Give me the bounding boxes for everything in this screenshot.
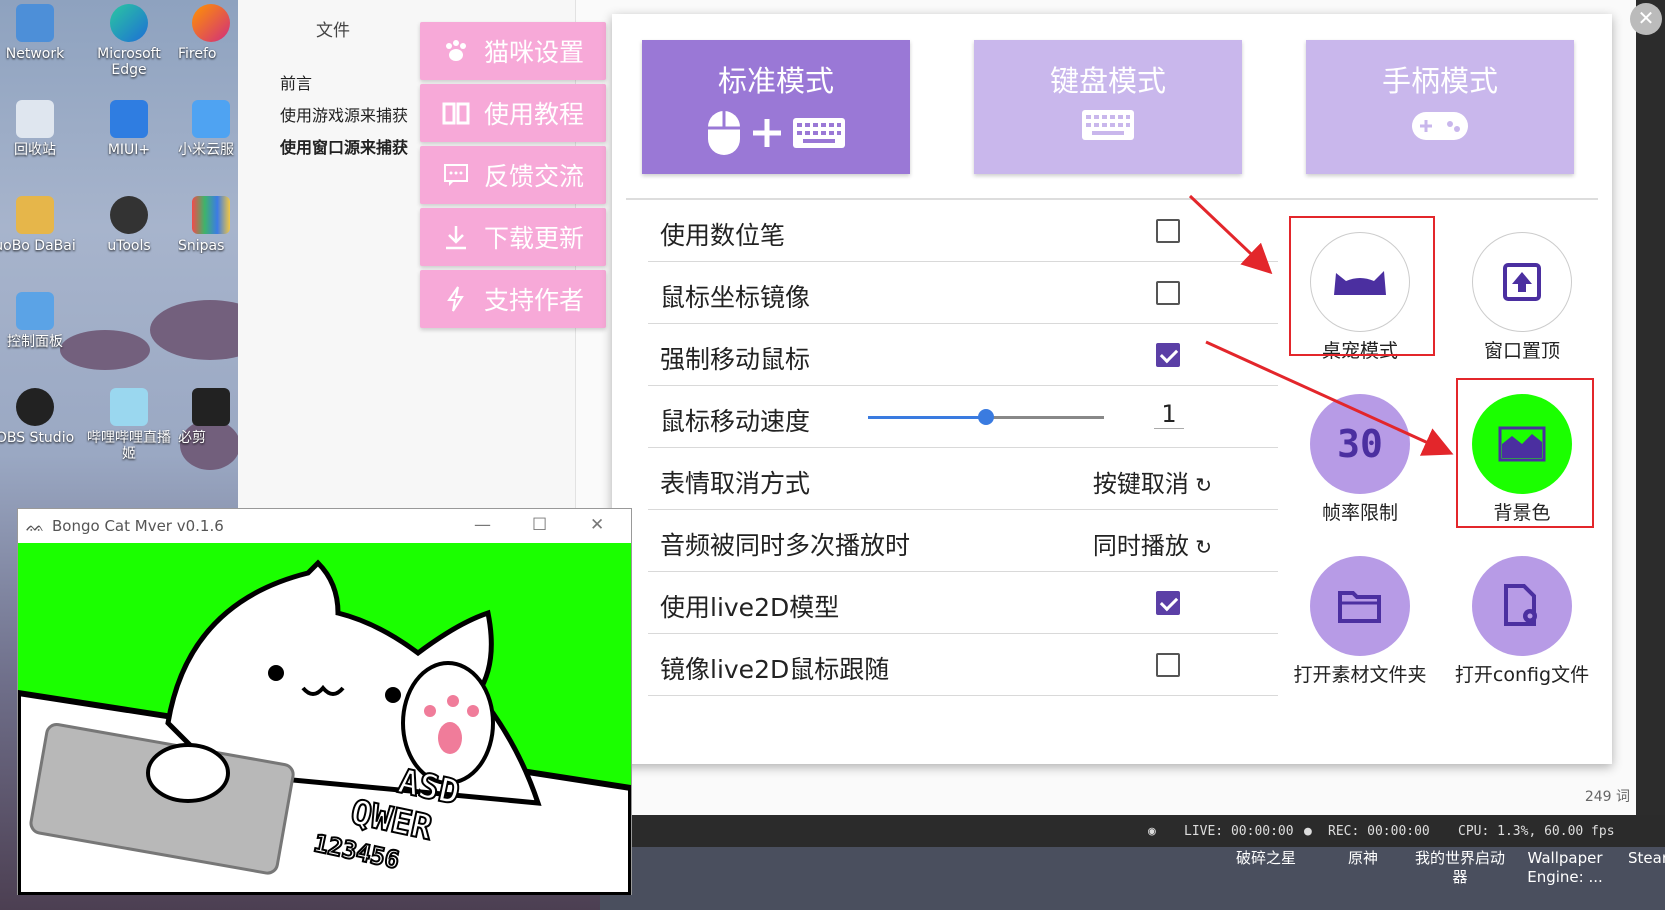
desktop-app-label[interactable]: 我的世界启动器	[1412, 849, 1508, 887]
desktop-app-label[interactable]: Stear	[1628, 849, 1665, 868]
live-indicator-icon: ◉	[1148, 824, 1156, 839]
desktop-app-label[interactable]: 破碎之星	[1236, 849, 1296, 868]
desktop-app-label[interactable]: Wallpaper Engine: ...	[1520, 849, 1610, 887]
rec-indicator-icon: ●	[1304, 824, 1312, 839]
bongo-cat-illustration: ASD QWER 123456	[18, 559, 631, 895]
bongo-green-screen: ASD QWER 123456	[18, 543, 631, 895]
bongo-title-bar[interactable]: ᨐ Bongo Cat Mver v0.1.6 — ☐ ✕	[18, 509, 631, 543]
live-time: LIVE: 00:00:00	[1184, 824, 1294, 839]
cat-logo-icon: ᨐ	[26, 516, 45, 535]
desktop-app-label[interactable]: 原神	[1348, 849, 1378, 868]
window-close-button[interactable]: ✕	[590, 515, 604, 535]
status-bar: ◉ LIVE: 00:00:00 ● REC: 00:00:00 CPU: 1.…	[600, 815, 1665, 847]
bongo-cat-window: ᨐ Bongo Cat Mver v0.1.6 — ☐ ✕ ASD QWER 1…	[17, 508, 632, 895]
minimize-button[interactable]: —	[474, 515, 491, 535]
rec-time: REC: 00:00:00	[1328, 824, 1430, 839]
maximize-button[interactable]: ☐	[532, 515, 547, 535]
arrow-to-pet-mode	[1188, 194, 1273, 275]
desktop-bottom-strip: 破碎之星 原神 我的世界启动器 Wallpaper Engine: ... St…	[600, 847, 1665, 910]
bongo-window-title: Bongo Cat Mver v0.1.6	[52, 517, 224, 535]
cpu-stats: CPU: 1.3%, 60.00 fps	[1458, 824, 1615, 839]
arrow-to-background-color	[1205, 340, 1454, 456]
